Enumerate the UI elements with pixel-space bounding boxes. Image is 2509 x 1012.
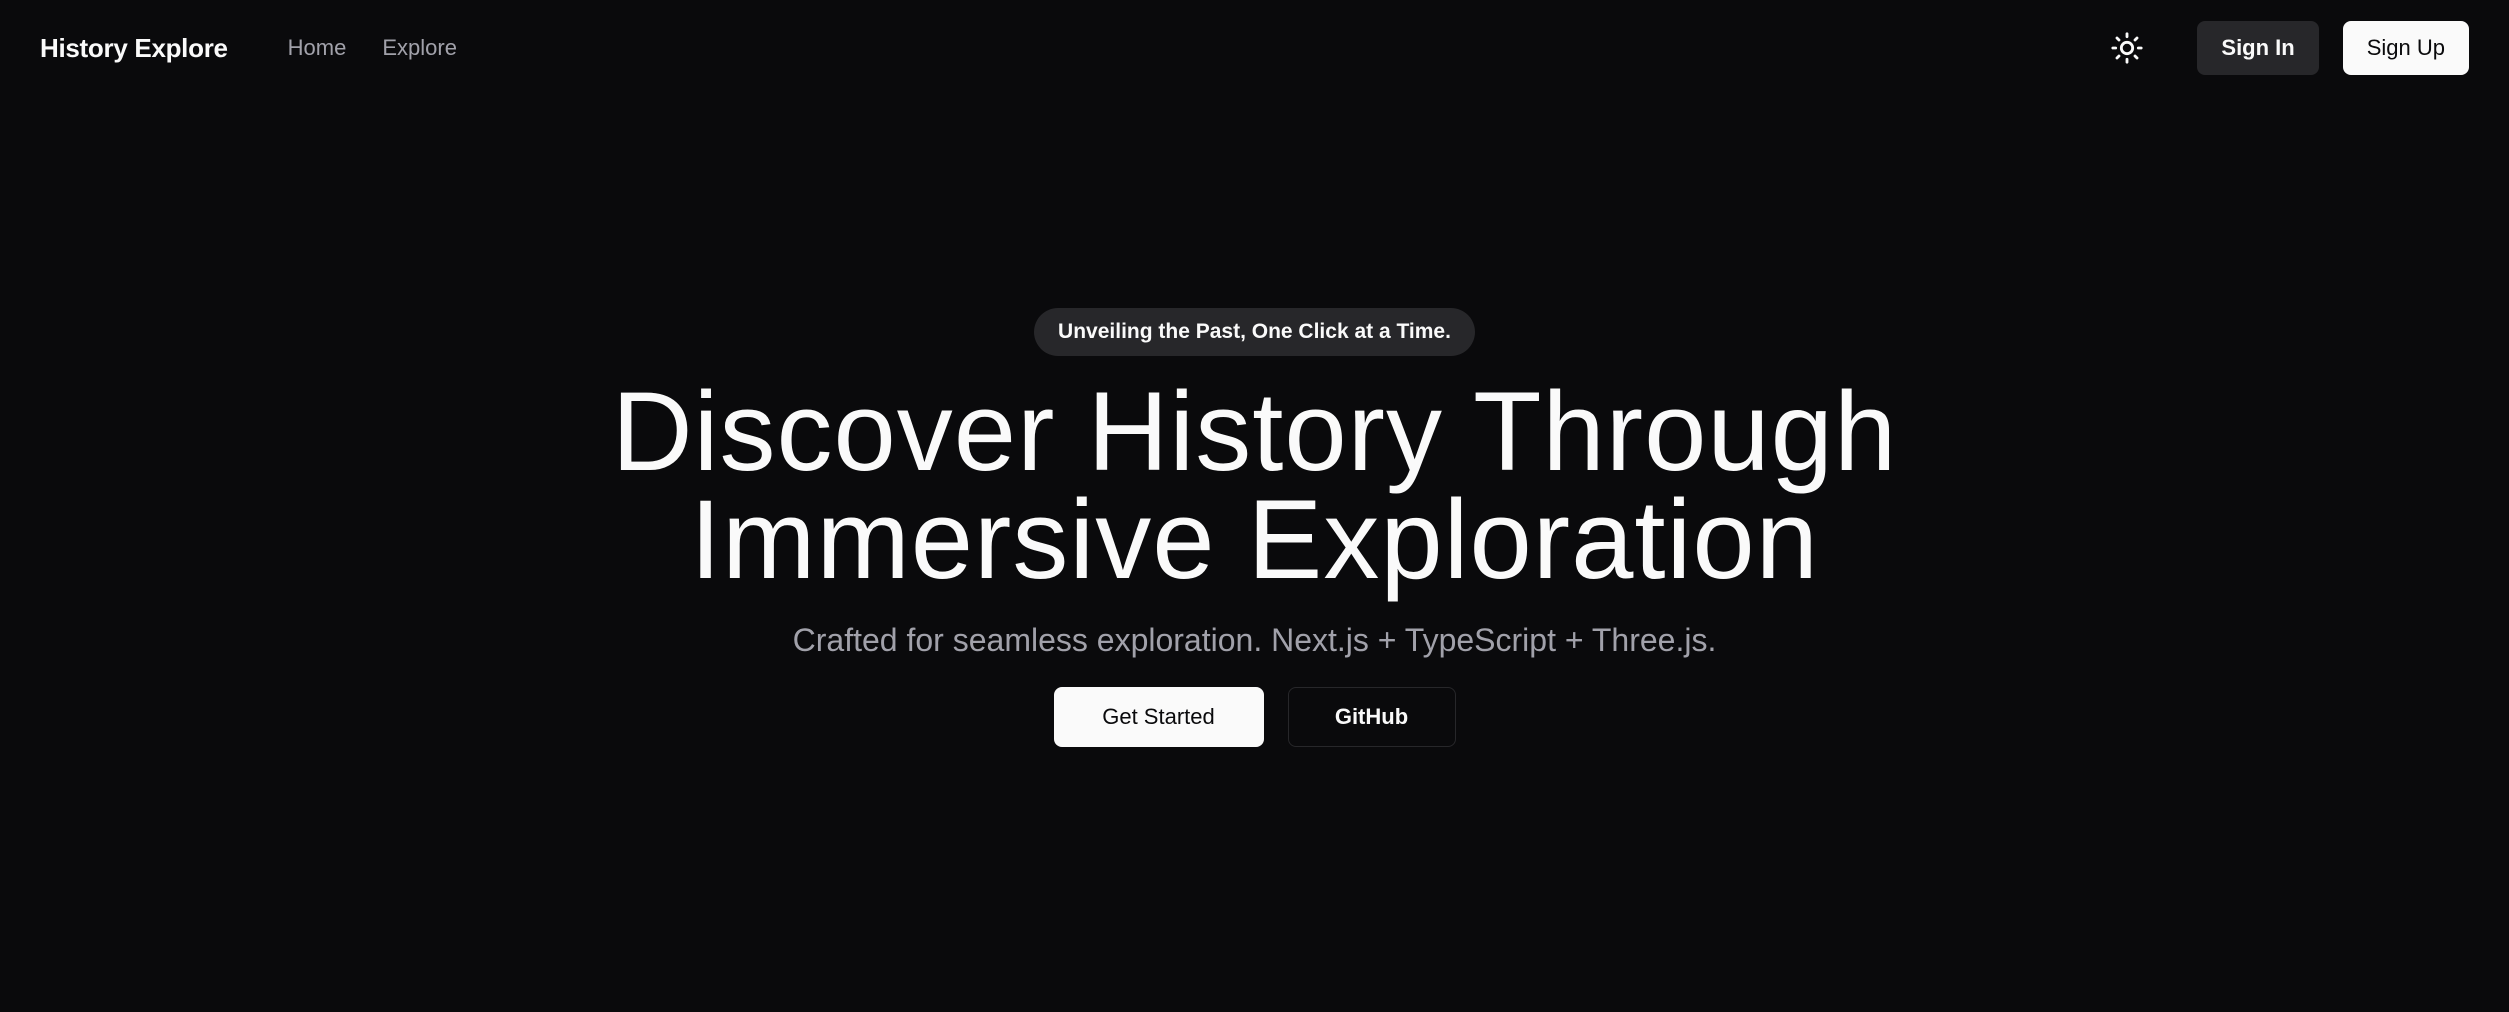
nav-link-home[interactable]: Home [288, 35, 347, 61]
nav-actions: Sign In Sign Up [2099, 20, 2469, 76]
get-started-button[interactable]: Get Started [1053, 687, 1264, 747]
hero-section: Unveiling the Past, One Click at a Time.… [0, 308, 2509, 747]
headline-line-1: Discover History Through [611, 369, 1898, 494]
top-navbar: History Explore Home Explore Sign In Sig… [0, 0, 2509, 96]
headline-line-2: Immersive Exploration [690, 477, 1819, 602]
hero-subtitle: Crafted for seamless exploration. Next.j… [792, 622, 1717, 658]
sign-in-button[interactable]: Sign In [2197, 21, 2319, 75]
tagline-badge: Unveiling the Past, One Click at a Time. [1034, 308, 1475, 356]
nav-link-explore[interactable]: Explore [382, 35, 457, 61]
theme-toggle-button[interactable] [2099, 20, 2155, 76]
page: History Explore Home Explore Sign In Sig… [0, 0, 2509, 1012]
github-button[interactable]: GitHub [1287, 687, 1456, 747]
hero-headline: Discover History Through Immersive Explo… [611, 369, 1898, 602]
sun-icon [2111, 32, 2143, 64]
cta-row: Get Started GitHub [1053, 687, 1456, 747]
sign-up-button[interactable]: Sign Up [2342, 21, 2469, 75]
brand-logo[interactable]: History Explore [40, 33, 228, 64]
